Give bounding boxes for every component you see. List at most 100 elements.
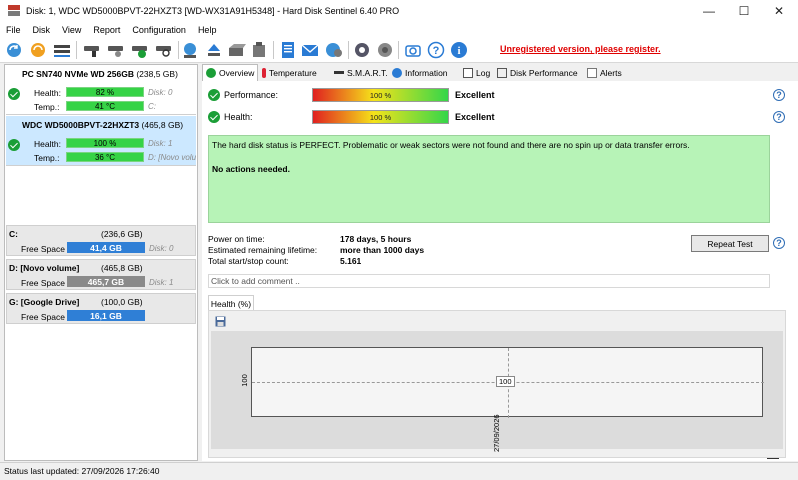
email-icon[interactable] xyxy=(300,41,320,59)
disk-entry-0[interactable]: PC SN740 NVMe WD 256GB (238,5 GB) Health… xyxy=(6,65,196,115)
tab-health-chart[interactable]: Health (%) xyxy=(208,295,254,311)
chart-minimize-handle[interactable] xyxy=(767,458,779,459)
tab-disk-performance[interactable]: Disk Performance xyxy=(497,64,578,81)
menu-report[interactable]: Report xyxy=(87,25,126,35)
temp-label: Temp.: xyxy=(34,153,60,163)
disk-search-icon[interactable] xyxy=(154,41,174,59)
health-help-icon[interactable]: ? xyxy=(773,111,785,123)
sync-icon[interactable] xyxy=(28,41,48,59)
disk-ref: Disk: 0 xyxy=(149,244,174,253)
free-space-bar: 41,4 GB xyxy=(67,242,145,253)
status-ok-icon xyxy=(8,88,20,100)
repeat-test-button[interactable]: Repeat Test xyxy=(691,235,769,252)
disk-name: PC SN740 NVMe WD 256GB (238,5 GB) xyxy=(22,69,178,79)
chart-background: 100 100 27/09/2026 xyxy=(211,331,783,452)
repeat-test-help-icon[interactable]: ? xyxy=(773,237,785,249)
health-label: Health: xyxy=(224,112,253,122)
status-text: The hard disk status is PERFECT. Problem… xyxy=(212,140,690,150)
settings-gear-icon[interactable] xyxy=(352,41,372,59)
hardware-icon[interactable] xyxy=(226,41,246,59)
disk-ref: Disk: 0 xyxy=(148,88,173,97)
partition-ref: C: xyxy=(148,102,156,111)
comment-input[interactable]: Click to add comment .. xyxy=(208,274,770,288)
status-description: The hard disk status is PERFECT. Problem… xyxy=(208,135,770,223)
tab-log[interactable]: Log xyxy=(463,64,490,81)
tab-information[interactable]: Information xyxy=(392,64,448,81)
disk-ref: Disk: 1 xyxy=(148,139,173,148)
disk-list-icon[interactable] xyxy=(52,41,72,59)
toolbar: ? i xyxy=(0,37,798,63)
menu-view[interactable]: View xyxy=(56,25,87,35)
tab-temperature[interactable]: Temperature xyxy=(262,64,317,81)
menu-file[interactable]: File xyxy=(0,25,27,35)
refresh-icon[interactable] xyxy=(4,41,24,59)
tab-smart[interactable]: S.M.A.R.T. xyxy=(334,64,388,81)
chart-data-label: 100 xyxy=(496,376,515,387)
performance-chart-icon xyxy=(497,67,507,78)
svg-text:?: ? xyxy=(433,45,440,57)
network-icon[interactable] xyxy=(324,41,344,59)
info-icon[interactable]: i xyxy=(449,41,469,59)
temp-bar: 41 °C xyxy=(66,101,144,111)
performance-rating: Excellent xyxy=(455,90,495,100)
actions-text: No actions needed. xyxy=(212,164,290,174)
partition-name: C: xyxy=(9,229,18,239)
power-on-value: 178 days, 5 hours xyxy=(340,234,412,244)
power-on-label: Power on time: xyxy=(208,234,265,244)
partition-size: (465,8 GB) xyxy=(101,263,143,273)
maximize-button[interactable]: ☐ xyxy=(727,0,761,22)
partition-entry-c[interactable]: C: (236,6 GB) Free Space 41,4 GB Disk: 0 xyxy=(6,225,196,256)
performance-bar: 100 % xyxy=(312,88,449,102)
report-icon[interactable] xyxy=(278,41,298,59)
partition-size: (100,0 GB) xyxy=(101,297,143,307)
disk-name: WDC WD5000BPVT-22HXZT3 (465,8 GB) xyxy=(22,120,184,130)
disk-list-panel: PC SN740 NVMe WD 256GB (238,5 GB) Health… xyxy=(4,64,198,461)
app-logo-icon xyxy=(8,5,20,17)
disk-surface-icon[interactable] xyxy=(106,41,126,59)
log-icon xyxy=(463,67,473,78)
tab-overview[interactable]: Overview xyxy=(202,64,259,81)
performance-label: Performance: xyxy=(224,90,279,100)
unregistered-link[interactable]: Unregistered version, please register. xyxy=(500,44,661,54)
menu-disk[interactable]: Disk xyxy=(27,25,57,35)
menu-bar: File Disk View Report Configuration Help xyxy=(0,22,798,37)
lifetime-label: Estimated remaining lifetime: xyxy=(208,245,318,255)
chart-y-tick-label: 100 xyxy=(239,374,249,387)
partition-name: D: [Novo volume] xyxy=(9,263,80,273)
menu-help[interactable]: Help xyxy=(192,25,223,35)
overview-check-icon xyxy=(206,68,216,78)
usb-drive-icon[interactable] xyxy=(249,41,269,59)
disk-ok-icon[interactable] xyxy=(130,41,150,59)
status-ok-icon xyxy=(8,139,20,151)
smart-icon xyxy=(334,71,344,74)
alerts-icon xyxy=(587,67,597,78)
health-bar: 100 % xyxy=(66,138,144,148)
performance-help-icon[interactable]: ? xyxy=(773,89,785,101)
thermometer-icon xyxy=(262,67,266,78)
partition-entry-d[interactable]: D: [Novo volume] (465,8 GB) Free Space 4… xyxy=(6,259,196,290)
minimize-button[interactable]: — xyxy=(692,0,726,22)
disk-test-icon[interactable] xyxy=(82,41,102,59)
camera-icon[interactable] xyxy=(403,41,423,59)
overview-panel: Performance: 100 % Excellent ? Health: 1… xyxy=(202,81,798,461)
eject-icon[interactable] xyxy=(204,41,224,59)
close-button[interactable]: ✕ xyxy=(762,0,796,22)
disk-ref: Disk: 1 xyxy=(149,278,174,287)
tab-alerts[interactable]: Alerts xyxy=(587,64,622,81)
health-rating: Excellent xyxy=(455,112,495,122)
menu-configuration[interactable]: Configuration xyxy=(126,25,192,35)
startstop-label: Total start/stop count: xyxy=(208,256,289,266)
configuration-icon[interactable] xyxy=(375,41,395,59)
globe-icon[interactable] xyxy=(180,41,200,59)
window-title: Disk: 1, WDC WD5000BPVT-22HXZT3 [WD-WX31… xyxy=(26,6,400,16)
partition-ref: D: [Novo volu xyxy=(148,153,197,162)
partition-entry-g[interactable]: G: [Google Drive] (100,0 GB) Free Space … xyxy=(6,293,196,324)
partition-size: (236,6 GB) xyxy=(101,229,143,239)
free-space-label: Free Space xyxy=(21,244,65,254)
save-icon[interactable] xyxy=(215,316,226,327)
disk-entry-1[interactable]: WDC WD5000BPVT-22HXZT3 (465,8 GB) Health… xyxy=(6,116,196,166)
information-icon xyxy=(392,67,402,78)
title-bar: Disk: 1, WDC WD5000BPVT-22HXZT3 [WD-WX31… xyxy=(0,0,798,22)
tab-bar: Overview Temperature S.M.A.R.T. Informat… xyxy=(202,64,798,81)
help-icon[interactable]: ? xyxy=(426,41,446,59)
